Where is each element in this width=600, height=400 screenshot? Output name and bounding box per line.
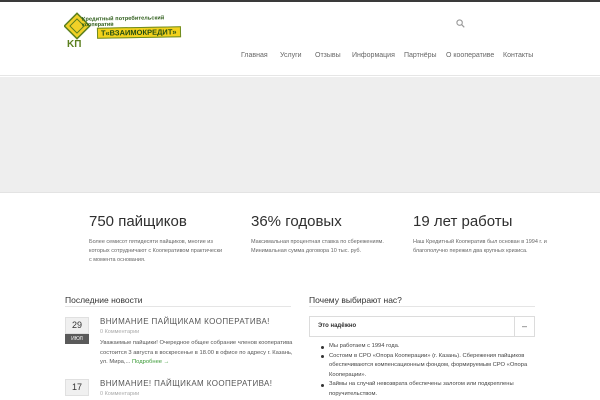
nav-item-label: Отзывы: [315, 52, 341, 59]
stat-title: 19 лет работы: [413, 213, 513, 230]
news-divider: [65, 306, 291, 307]
date-day: 29: [65, 317, 89, 334]
news-title-link[interactable]: ВНИМАНИЕ ПАЙЩИКАМ КООПЕРАТИВА!: [100, 317, 293, 327]
stat-text: Более семисот пятидесяти пайщиков, многи…: [89, 239, 223, 263]
nav-item-contacts[interactable]: Контакты: [503, 48, 533, 78]
date-badge: 29 ИЮЛ: [65, 317, 89, 344]
date-month: ИЮЛ: [65, 334, 89, 344]
nav-item-info[interactable]: Информация: [352, 48, 395, 78]
why-heading: Почему выбирают нас?: [309, 295, 402, 305]
list-item: Состоим в СРО «Опора Кооперации» (г. Каз…: [320, 352, 532, 381]
date-day: 17: [65, 379, 89, 396]
news-body: ВНИМАНИЕ! ПАЙЩИКАМ КООПЕРАТИВА! 0 Коммен…: [100, 379, 293, 398]
site-header: KП Кредитный потребительский кооператив …: [0, 2, 600, 76]
nav-item-label: О кооперативе: [446, 52, 495, 59]
accordion-header[interactable]: Это надёжно –: [309, 316, 535, 337]
nav-item-services[interactable]: Услуги: [280, 48, 302, 78]
news-heading: Последние новости: [65, 295, 143, 305]
nav-item-label: Главная: [241, 52, 268, 59]
stat-block: 750 пайщиков Более семисот пятидесяти па…: [89, 213, 249, 265]
nav-item-label: Партнёры: [404, 52, 437, 59]
date-badge: 17: [65, 379, 89, 396]
stat-title: 36% годовых: [251, 213, 342, 230]
list-item: Мы работаем с 1994 года.: [320, 342, 532, 352]
comments-link[interactable]: 0 Комментарии: [100, 328, 293, 336]
accordion-title: Это надёжно: [318, 323, 357, 329]
stat-block: 36% годовых Максимальная процентная став…: [251, 213, 411, 256]
stat-title: 750 пайщиков: [89, 213, 187, 230]
collapse-icon[interactable]: –: [514, 317, 534, 336]
news-body: ВНИМАНИЕ ПАЙЩИКАМ КООПЕРАТИВА! 0 Коммент…: [100, 317, 293, 368]
news-title-link[interactable]: ВНИМАНИЕ! ПАЙЩИКАМ КООПЕРАТИВА!: [100, 379, 293, 389]
nav-item-label: Информация: [352, 52, 395, 59]
why-divider: [309, 306, 535, 307]
main-nav: Главная Услуги Отзывы Информация Партнёр…: [0, 48, 600, 78]
comments-link[interactable]: 0 Комментарии: [100, 390, 293, 398]
list-item: Займы на случай невозврата обеспечены за…: [320, 380, 532, 399]
news-excerpt-text: Уважаемые пайщики! Очередное общее собра…: [100, 340, 293, 365]
accordion-content: Мы работаем с 1994 года. Состоим в СРО «…: [320, 342, 532, 399]
hero-slider[interactable]: [0, 77, 600, 193]
nav-item-label: Контакты: [503, 52, 534, 59]
stat-text: Наш Кредитный Кооператив был основан в 1…: [413, 239, 547, 254]
search-icon[interactable]: [456, 19, 465, 28]
read-more-link[interactable]: Подробнее →: [132, 359, 169, 365]
nav-item-home[interactable]: Главная: [241, 48, 268, 78]
stat-text: Максимальная процентная ставка по сбереж…: [251, 239, 384, 254]
news-excerpt: Уважаемые пайщики! Очередное общее собра…: [100, 339, 293, 368]
nav-item-partners[interactable]: Партнёры: [404, 48, 437, 78]
nav-item-reviews[interactable]: Отзывы: [315, 48, 341, 78]
stat-block: 19 лет работы Наш Кредитный Кооператив б…: [413, 213, 573, 256]
nav-item-label: Услуги: [280, 52, 302, 59]
logo-name[interactable]: Т«ВЗАИМОКРЕДИТ»: [96, 26, 181, 39]
nav-item-about[interactable]: О кооперативе: [446, 48, 494, 78]
